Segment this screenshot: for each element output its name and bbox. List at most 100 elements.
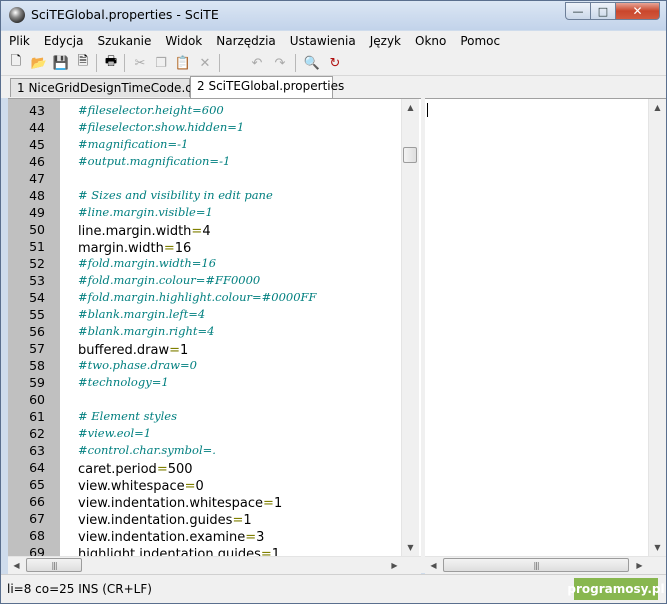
- code-comment: # Sizes and visibility in edit pane: [78, 188, 273, 202]
- line-number: 54: [29, 290, 45, 305]
- code-line[interactable]: 68 view.indentation.examine=3: [8, 527, 403, 545]
- code-line[interactable]: 47: [8, 170, 403, 187]
- code-comment: #fold.margin.width=16: [78, 256, 217, 270]
- editor-vertical-scrollbar[interactable]: ▲ ▼: [401, 99, 419, 556]
- code-line[interactable]: 49 #line.margin.visible=1: [8, 204, 403, 221]
- output-vertical-scrollbar[interactable]: ▲ ▼: [648, 99, 666, 556]
- code-line[interactable]: 65 view.whitespace=0: [8, 476, 403, 494]
- code-comment: #fileselector.height=600: [78, 103, 224, 117]
- delete-icon[interactable]: ✕: [196, 54, 214, 72]
- property-key: line.margin.width: [78, 224, 192, 239]
- tab-sciteglobal-properties[interactable]: 2 SciTEGlobal.properties: [190, 76, 344, 98]
- editor-scroll-thumb[interactable]: [403, 147, 417, 163]
- code-line[interactable]: 53 #fold.margin.colour=#FF0000: [8, 272, 403, 289]
- code-line[interactable]: 46 #output.magnification=-1: [8, 153, 403, 170]
- redo-icon[interactable]: ↷: [271, 54, 289, 72]
- minimize-button[interactable]: —: [565, 2, 591, 20]
- code-line[interactable]: 43 #fileselector.height=600: [8, 102, 403, 119]
- print-icon[interactable]: 🖶: [102, 54, 120, 72]
- scroll-left-arrow-icon[interactable]: ◀: [425, 557, 442, 574]
- scroll-down-arrow-icon[interactable]: ▼: [402, 539, 419, 556]
- window-controls: — □ ✕: [565, 2, 660, 21]
- code-line[interactable]: 62 #view.eol=1: [8, 425, 403, 442]
- menu-pomoc[interactable]: Pomoc: [452, 34, 506, 48]
- line-number: 60: [29, 392, 45, 407]
- tab-bar: 1 NiceGridDesignTimeCode.cpp 2 SciTEGlob…: [1, 76, 666, 98]
- code-line[interactable]: 50 line.margin.width=4: [8, 221, 403, 239]
- code-line[interactable]: 52 #fold.margin.width=16: [8, 255, 403, 272]
- menu-plik[interactable]: Plik: [1, 34, 36, 48]
- scroll-up-arrow-icon[interactable]: ▲: [649, 99, 666, 116]
- output-pane[interactable]: ▲ ▼: [425, 98, 666, 556]
- scite-app-icon[interactable]: [9, 7, 25, 23]
- replace-icon[interactable]: ↻: [326, 54, 344, 72]
- cut-icon[interactable]: ✂: [131, 54, 149, 72]
- property-value: 3: [256, 530, 265, 545]
- code-property: highlight.indentation.guides=1: [78, 544, 280, 556]
- output-hscroll-thumb[interactable]: |||: [443, 558, 629, 572]
- code-line[interactable]: 55 #blank.margin.left=4: [8, 306, 403, 323]
- scroll-up-arrow-icon[interactable]: ▲: [402, 99, 419, 116]
- line-number: 68: [29, 528, 45, 543]
- scroll-right-arrow-icon[interactable]: ▶: [386, 557, 403, 574]
- code-line[interactable]: 67 view.indentation.guides=1: [8, 510, 403, 528]
- code-line[interactable]: 58 #two.phase.draw=0: [8, 357, 403, 374]
- code-line[interactable]: 48 # Sizes and visibility in edit pane: [8, 187, 403, 204]
- copy-icon[interactable]: ❐: [152, 54, 170, 72]
- code-line[interactable]: 51 margin.width=16: [8, 238, 403, 256]
- code-line[interactable]: 56 #blank.margin.right=4: [8, 323, 403, 340]
- menu-edycja[interactable]: Edycja: [36, 34, 90, 48]
- code-line[interactable]: 54 #fold.margin.highlight.colour=#0000FF: [8, 289, 403, 306]
- property-key: view.indentation.whitespace: [78, 496, 264, 511]
- property-key: buffered.draw: [78, 343, 170, 358]
- code-line[interactable]: 64 caret.period=500: [8, 459, 403, 477]
- menu-narzedzia[interactable]: Narzędzia: [208, 34, 282, 48]
- line-number: 65: [29, 477, 45, 492]
- editor-pane[interactable]: 43 #fileselector.height=600 44 #fileselecto…: [8, 98, 421, 556]
- save-as-icon[interactable]: 🗎: [74, 54, 92, 72]
- code-line[interactable]: 59 #technology=1: [8, 374, 403, 391]
- scroll-down-arrow-icon[interactable]: ▼: [649, 539, 666, 556]
- line-number: 66: [29, 494, 45, 509]
- menu-okno[interactable]: Okno: [407, 34, 452, 48]
- menu-jezyk[interactable]: Język: [362, 34, 407, 48]
- line-number: 62: [29, 426, 45, 441]
- property-key: margin.width: [78, 241, 164, 256]
- menu-ustawienia[interactable]: Ustawienia: [282, 34, 362, 48]
- scroll-left-arrow-icon[interactable]: ◀: [8, 557, 25, 574]
- save-icon[interactable]: 💾: [52, 54, 70, 72]
- scroll-right-arrow-icon[interactable]: ▶: [631, 557, 648, 574]
- find-icon[interactable]: 🔍: [303, 54, 321, 72]
- code-line[interactable]: 69 highlight.indentation.guides=1: [8, 544, 403, 556]
- code-line[interactable]: 61 # Element styles: [8, 408, 403, 425]
- open-folder-icon[interactable]: 📂: [30, 54, 48, 72]
- title-bar[interactable]: SciTEGlobal.properties - SciTE — □ ✕: [1, 1, 666, 30]
- maximize-button[interactable]: □: [591, 2, 616, 20]
- line-number: 45: [29, 137, 45, 152]
- code-line[interactable]: 45 #magnification=-1: [8, 136, 403, 153]
- equals-operator: =: [260, 547, 272, 556]
- equals-operator: =: [191, 224, 203, 239]
- editor-horizontal-scrollbar[interactable]: ◀ ||| ▶: [8, 556, 421, 574]
- code-line[interactable]: 44 #fileselector.show.hidden=1: [8, 119, 403, 136]
- code-line[interactable]: 66 view.indentation.whitespace=1: [8, 493, 403, 511]
- window-title: SciTEGlobal.properties - SciTE: [31, 7, 219, 22]
- line-number: 59: [29, 375, 45, 390]
- status-bar: li=8 co=25 INS (CR+LF) programosy.pl: [1, 574, 666, 603]
- tab-nicegriddesigntimecode[interactable]: 1 NiceGridDesignTimeCode.cpp: [10, 78, 207, 97]
- line-number: 57: [29, 341, 45, 356]
- undo-icon[interactable]: ↶: [248, 54, 266, 72]
- menu-szukanie[interactable]: Szukanie: [89, 34, 157, 48]
- code-line[interactable]: 57 buffered.draw=1: [8, 340, 403, 358]
- editor-hscroll-thumb[interactable]: |||: [26, 558, 82, 572]
- new-file-icon[interactable]: 🗋: [7, 54, 25, 72]
- menu-widok[interactable]: Widok: [157, 34, 208, 48]
- code-line[interactable]: 63 #control.char.symbol=.: [8, 442, 403, 459]
- code-comment: #line.margin.visible=1: [78, 205, 213, 219]
- output-horizontal-scrollbar[interactable]: ◀ ||| ▶: [425, 556, 666, 574]
- code-comment: #fileselector.show.hidden=1: [78, 120, 245, 134]
- code-area[interactable]: 43 #fileselector.height=600 44 #fileselecto…: [8, 102, 403, 556]
- close-button[interactable]: ✕: [616, 2, 660, 20]
- paste-icon[interactable]: 📋: [174, 54, 192, 72]
- code-line[interactable]: 60: [8, 391, 403, 408]
